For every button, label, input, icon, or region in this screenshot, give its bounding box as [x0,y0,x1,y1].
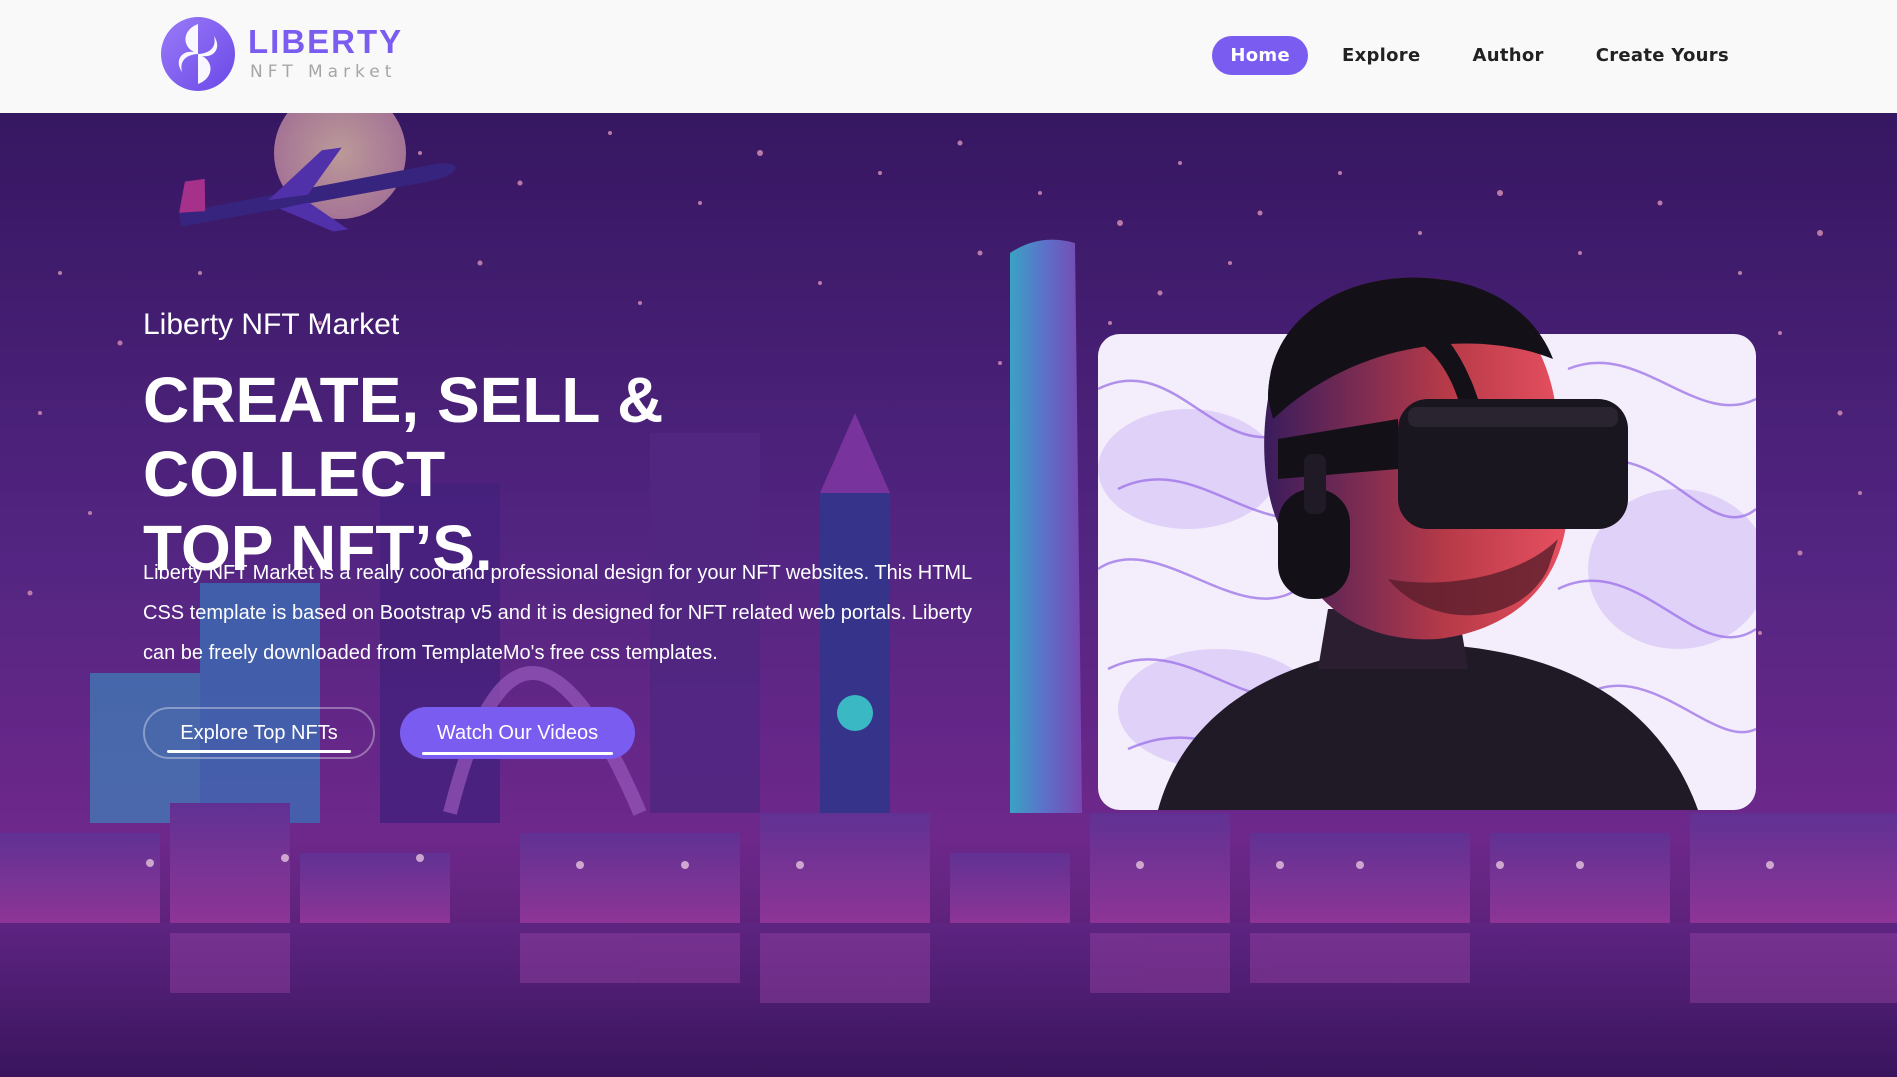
brand-subtitle: NFT Market [250,62,397,82]
brand-title: LIBERTY [248,23,404,60]
hero-title: CREATE, SELL & COLLECT TOP NFT’S. [143,363,923,585]
nav-home[interactable]: Home [1212,35,1308,75]
main-nav: Home Explore Author Create Yours [1212,34,1747,76]
watch-our-videos-label: Watch Our Videos [436,721,599,744]
nav-explore[interactable]: Explore [1324,36,1439,75]
brand-logo[interactable]: LIBERTY NFT Market [160,14,420,94]
nav-author[interactable]: Author [1455,36,1562,75]
button-underline [167,750,351,753]
nav-create-yours[interactable]: Create Yours [1578,36,1747,75]
hero-title-line-1: CREATE, SELL & COLLECT [143,364,664,510]
hero-image-card [1098,277,1756,810]
hero-description: Liberty NFT Market is a really cool and … [143,562,972,664]
watch-our-videos-button[interactable]: Watch Our Videos [400,707,635,759]
liberty-logo-icon [161,17,235,91]
hero-section: Liberty NFT Market CREATE, SELL & COLLEC… [0,113,1897,1077]
explore-top-nfts-button[interactable]: Explore Top NFTs [143,707,375,759]
hero-subtitle: Liberty NFT Market [143,308,400,341]
navbar: LIBERTY NFT Market Home Explore Author C… [0,0,1897,113]
explore-top-nfts-label: Explore Top NFTs [180,721,338,744]
vr-headset-man-icon [1098,277,1756,810]
button-underline [422,752,613,755]
